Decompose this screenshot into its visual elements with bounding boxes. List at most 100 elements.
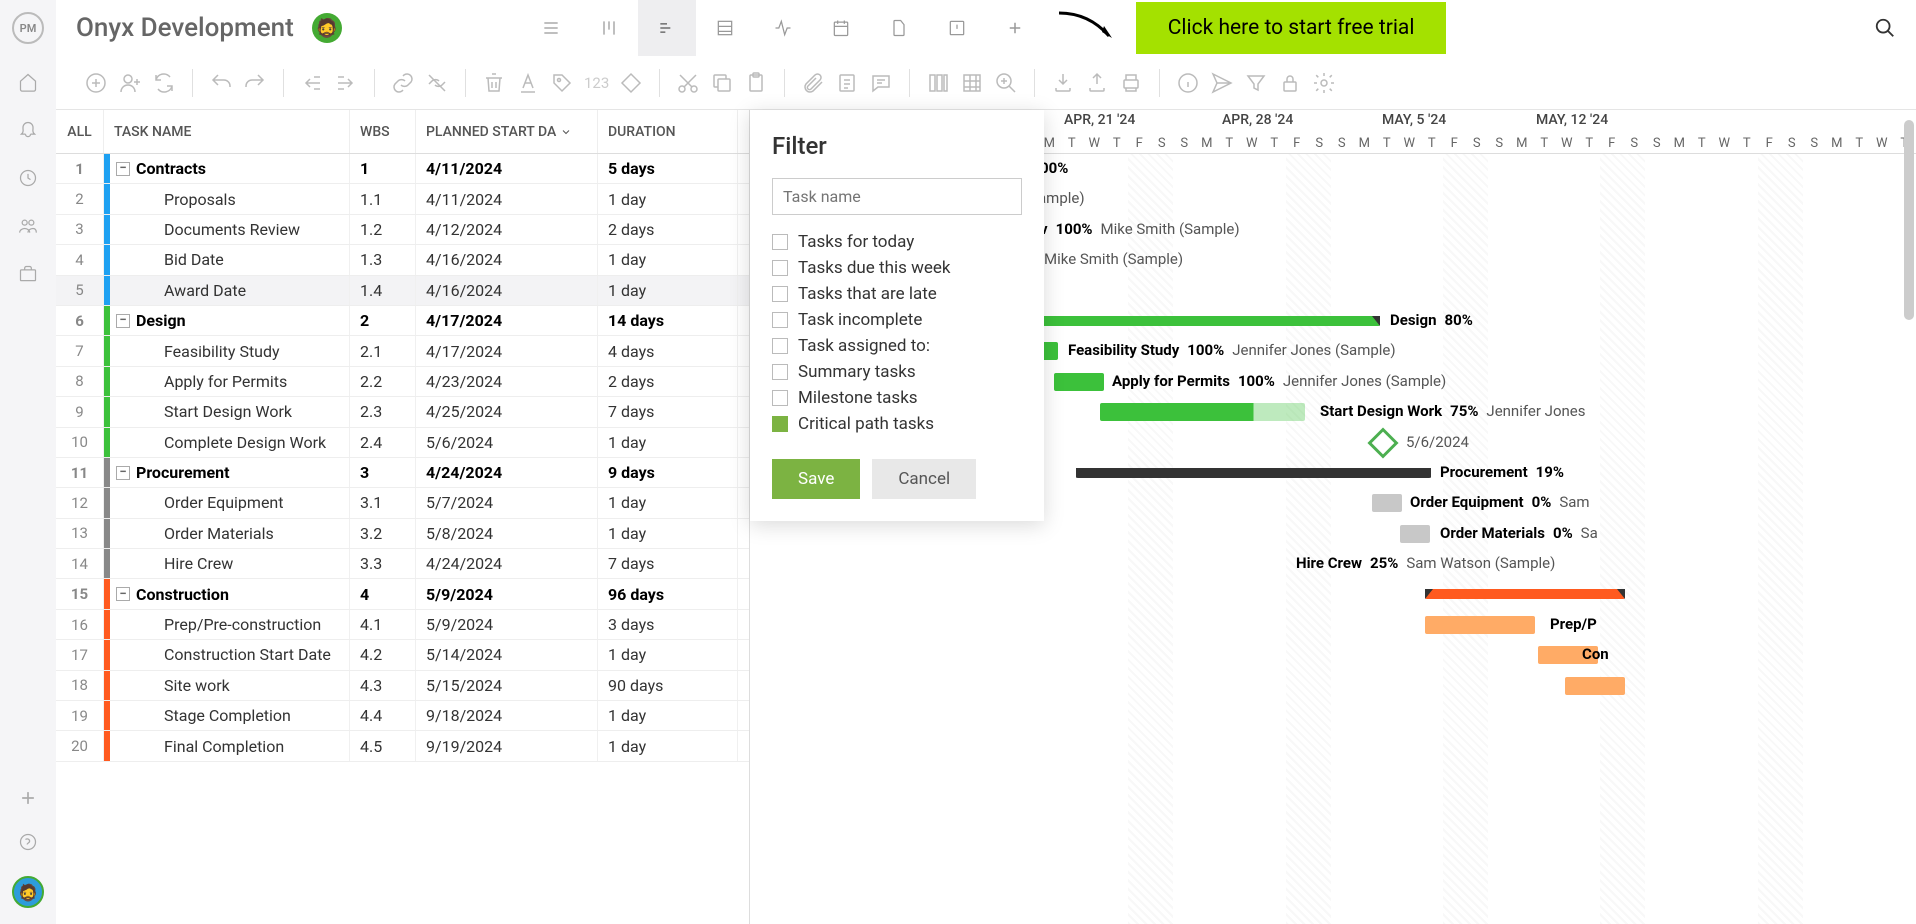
project-avatar[interactable]: 🧔: [312, 13, 342, 43]
checkbox-icon[interactable]: [772, 260, 788, 276]
gantt-task-bar[interactable]: [1100, 403, 1305, 421]
gantt-task-bar[interactable]: [1372, 494, 1402, 512]
user-avatar[interactable]: 🧔: [12, 876, 44, 908]
gantt-task-bar[interactable]: [1565, 677, 1625, 695]
clock-icon[interactable]: [18, 168, 38, 188]
checkbox-icon[interactable]: [772, 234, 788, 250]
redo-icon[interactable]: [243, 71, 267, 95]
task-row[interactable]: 1 −Contracts 1 4/11/2024 5 days: [56, 154, 749, 184]
gantt-task-bar[interactable]: [1425, 616, 1535, 634]
text-color-icon[interactable]: [516, 71, 540, 95]
plus-icon[interactable]: [18, 788, 38, 808]
grid-icon[interactable]: [960, 71, 984, 95]
task-row[interactable]: 13 Order Materials 3.2 5/8/2024 1 day: [56, 519, 749, 549]
filter-option[interactable]: Tasks that are late: [772, 281, 1022, 307]
app-logo[interactable]: PM: [12, 12, 44, 44]
lock-icon[interactable]: [1278, 71, 1302, 95]
col-wbs[interactable]: WBS: [350, 110, 416, 153]
refresh-icon[interactable]: [152, 71, 176, 95]
checkbox-icon[interactable]: [772, 390, 788, 406]
checkbox-icon[interactable]: [772, 416, 788, 432]
help-icon[interactable]: [18, 832, 38, 852]
view-add-icon[interactable]: [986, 0, 1044, 56]
filter-cancel-button[interactable]: Cancel: [872, 459, 976, 499]
filter-option[interactable]: Milestone tasks: [772, 385, 1022, 411]
collapse-toggle-icon[interactable]: −: [116, 587, 130, 601]
indent-icon[interactable]: [334, 71, 358, 95]
scrollbar[interactable]: [1904, 120, 1914, 320]
task-row[interactable]: 3 Documents Review 1.2 4/12/2024 2 days: [56, 215, 749, 245]
gantt-summary-bar[interactable]: [1076, 468, 1431, 478]
note-icon[interactable]: [835, 71, 859, 95]
delete-icon[interactable]: [482, 71, 506, 95]
collapse-toggle-icon[interactable]: −: [116, 162, 130, 176]
filter-option[interactable]: Tasks due this week: [772, 255, 1022, 281]
paste-icon[interactable]: [744, 71, 768, 95]
print-icon[interactable]: [1119, 71, 1143, 95]
view-sheet-icon[interactable]: [696, 0, 754, 56]
filter-option[interactable]: Critical path tasks: [772, 411, 1022, 437]
view-activity-icon[interactable]: [754, 0, 812, 56]
gantt-task-bar[interactable]: [1054, 373, 1104, 391]
home-icon[interactable]: [18, 72, 38, 92]
filter-option[interactable]: Summary tasks: [772, 359, 1022, 385]
tag-icon[interactable]: [550, 71, 574, 95]
briefcase-icon[interactable]: [18, 264, 38, 284]
view-calendar-icon[interactable]: [812, 0, 870, 56]
task-row[interactable]: 18 Site work 4.3 5/15/2024 90 days: [56, 671, 749, 701]
milestone-icon[interactable]: [619, 71, 643, 95]
add-task-icon[interactable]: [84, 71, 108, 95]
gantt-task-bar[interactable]: [1076, 555, 1286, 573]
comment-icon[interactable]: [869, 71, 893, 95]
checkbox-icon[interactable]: [772, 338, 788, 354]
task-row[interactable]: 9 Start Design Work 2.3 4/25/2024 7 days: [56, 397, 749, 427]
task-row[interactable]: 4 Bid Date 1.3 4/16/2024 1 day: [56, 245, 749, 275]
people-icon[interactable]: [18, 216, 38, 236]
numbering-icon[interactable]: 123: [584, 74, 609, 92]
task-row[interactable]: 12 Order Equipment 3.1 5/7/2024 1 day: [56, 488, 749, 518]
assign-icon[interactable]: [118, 71, 142, 95]
task-row[interactable]: 15 −Construction 4 5/9/2024 96 days: [56, 579, 749, 609]
search-icon[interactable]: [1874, 17, 1896, 39]
col-duration[interactable]: DURATION: [598, 110, 738, 153]
gantt-task-bar[interactable]: [1400, 525, 1430, 543]
col-planned-start[interactable]: PLANNED START DA: [416, 110, 598, 153]
checkbox-icon[interactable]: [772, 286, 788, 302]
task-row[interactable]: 19 Stage Completion 4.4 9/18/2024 1 day: [56, 701, 749, 731]
task-row[interactable]: 14 Hire Crew 3.3 4/24/2024 7 days: [56, 549, 749, 579]
task-row[interactable]: 6 −Design 2 4/17/2024 14 days: [56, 306, 749, 336]
task-row[interactable]: 5 Award Date 1.4 4/16/2024 1 day: [56, 276, 749, 306]
copy-icon[interactable]: [710, 71, 734, 95]
col-task-name[interactable]: TASK NAME: [104, 110, 350, 153]
filter-option[interactable]: Task incomplete: [772, 307, 1022, 333]
view-risk-icon[interactable]: [928, 0, 986, 56]
col-all[interactable]: ALL: [56, 110, 104, 153]
view-list-icon[interactable]: [522, 0, 580, 56]
undo-icon[interactable]: [209, 71, 233, 95]
info-icon[interactable]: [1176, 71, 1200, 95]
export-icon[interactable]: [1085, 71, 1109, 95]
filter-save-button[interactable]: Save: [772, 459, 860, 499]
checkbox-icon[interactable]: [772, 364, 788, 380]
view-file-icon[interactable]: [870, 0, 928, 56]
task-row[interactable]: 16 Prep/Pre-construction 4.1 5/9/2024 3 …: [56, 610, 749, 640]
gantt-milestone[interactable]: [1367, 427, 1398, 458]
view-board-icon[interactable]: [580, 0, 638, 56]
task-row[interactable]: 8 Apply for Permits 2.2 4/23/2024 2 days: [56, 367, 749, 397]
filter-icon[interactable]: [1244, 71, 1268, 95]
outdent-icon[interactable]: [300, 71, 324, 95]
filter-option[interactable]: Task assigned to:: [772, 333, 1022, 359]
task-row[interactable]: 10 Complete Design Work 2.4 5/6/2024 1 d…: [56, 428, 749, 458]
gantt-summary-bar[interactable]: [1425, 589, 1625, 599]
bell-icon[interactable]: [18, 120, 38, 140]
task-row[interactable]: 7 Feasibility Study 2.1 4/17/2024 4 days: [56, 336, 749, 366]
filter-task-name-input[interactable]: [772, 178, 1022, 215]
view-gantt-icon[interactable]: [638, 0, 696, 56]
import-icon[interactable]: [1051, 71, 1075, 95]
collapse-toggle-icon[interactable]: −: [116, 314, 130, 328]
task-row[interactable]: 17 Construction Start Date 4.2 5/14/2024…: [56, 640, 749, 670]
filter-option[interactable]: Tasks for today: [772, 229, 1022, 255]
settings-icon[interactable]: [1312, 71, 1336, 95]
task-row[interactable]: 20 Final Completion 4.5 9/19/2024 1 day: [56, 731, 749, 761]
unlink-icon[interactable]: [425, 71, 449, 95]
